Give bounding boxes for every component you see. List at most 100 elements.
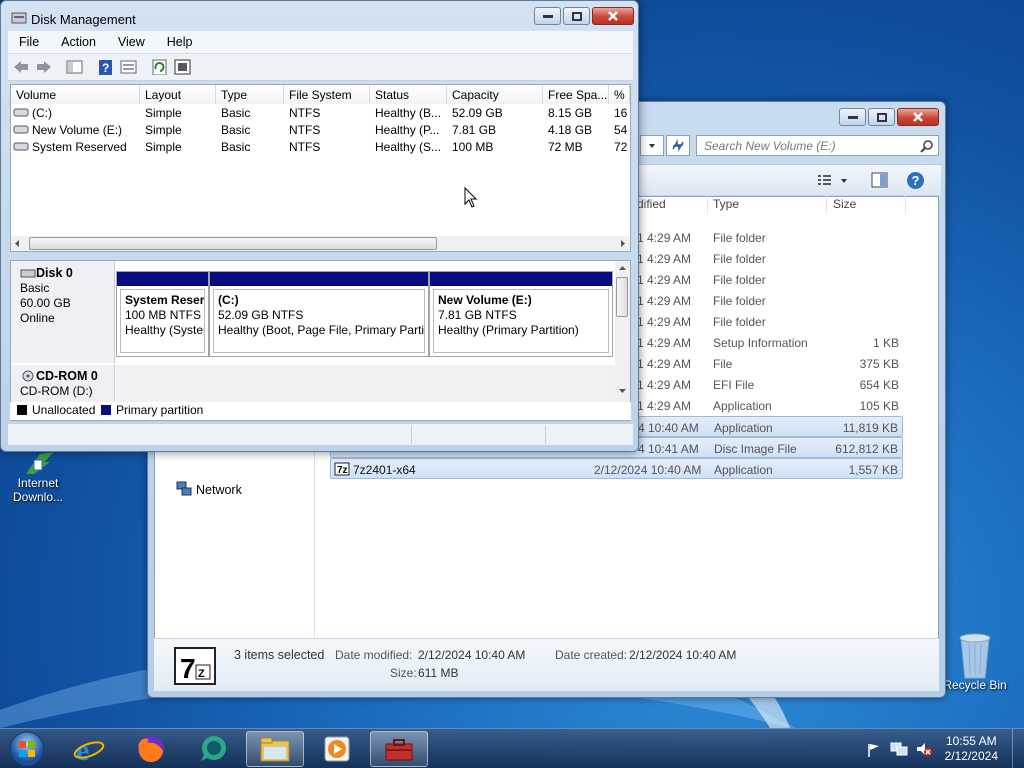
start-button[interactable]	[7, 730, 47, 768]
volume-list: Volume Layout Type File System Status Ca…	[10, 84, 631, 252]
column-header-capacity[interactable]: Capacity	[447, 85, 543, 104]
help-icon[interactable]: ?	[97, 59, 115, 75]
taskbar-computer-management[interactable]	[370, 731, 428, 767]
taskbar-firefox[interactable]	[122, 731, 180, 767]
scrollbar-thumb[interactable]	[616, 277, 628, 317]
scrollbar-thumb[interactable]	[29, 237, 437, 250]
file-type: Setup Information	[713, 336, 808, 350]
taskbar-media-player[interactable]	[308, 731, 366, 767]
volume-row[interactable]: System Reserved Simple Basic NTFS Healthy (S…	[11, 139, 630, 156]
show-desktop-button[interactable]	[1012, 729, 1024, 768]
rescan-disks-icon[interactable]	[174, 59, 192, 75]
column-header-percent-free[interactable]: % F	[609, 85, 630, 104]
7zip-file-icon: 7z	[334, 462, 350, 476]
horizontal-scrollbar[interactable]	[11, 236, 630, 251]
help-icon[interactable]: ?	[906, 171, 925, 190]
date-created-label: Date created:	[555, 648, 628, 662]
column-header-type[interactable]: Type	[713, 197, 739, 211]
disk-icon	[20, 269, 36, 278]
scroll-right-icon[interactable]	[619, 239, 627, 248]
maximize-button[interactable]	[868, 108, 895, 126]
action-center-flag-icon[interactable]	[866, 742, 882, 758]
svg-text:Z: Z	[198, 668, 205, 680]
column-header-modified[interactable]: dified	[637, 197, 666, 211]
column-header-volume[interactable]: Volume	[11, 85, 140, 104]
cdrom0-label[interactable]: CD-ROM 0 CD-ROM (D:)	[11, 365, 115, 405]
desktop-icon-recycle-bin[interactable]: Recycle Bin	[937, 630, 1013, 692]
vertical-scrollbar[interactable]	[615, 261, 630, 402]
refresh-icon[interactable]	[151, 59, 169, 75]
file-type: Application	[714, 421, 773, 435]
file-size: 105 KB	[859, 399, 899, 413]
volume-muted-icon[interactable]	[915, 741, 933, 757]
show-hide-tree-icon[interactable]	[66, 59, 84, 75]
refresh-icon	[672, 139, 684, 152]
partition-status: Healthy (Primary Partition)	[438, 323, 579, 337]
volume-cell-status: Healthy (B...	[375, 106, 442, 120]
views-icon[interactable]	[816, 173, 852, 189]
partition-size: 100 MB NTFS	[125, 308, 202, 322]
address-dropdown[interactable]	[640, 135, 664, 156]
close-button[interactable]	[897, 108, 939, 126]
file-type: File folder	[713, 252, 766, 266]
volume-row[interactable]: New Volume (E:) Simple Basic NTFS Healthy (P…	[11, 122, 630, 139]
internet-download-icon	[26, 452, 54, 474]
taskbar-internet-explorer[interactable]: e	[60, 731, 118, 767]
file-type: File folder	[713, 294, 766, 308]
cdrom-icon	[22, 370, 34, 382]
back-arrow-icon[interactable]	[12, 59, 30, 75]
menu-help[interactable]: Help	[156, 35, 204, 49]
system-clock[interactable]: 10:55 AM 2/12/2024	[945, 734, 998, 764]
close-button[interactable]	[592, 7, 634, 25]
forward-arrow-icon[interactable]	[35, 59, 53, 75]
maximize-button[interactable]	[563, 7, 590, 25]
volume-cell-layout: Simple	[145, 140, 182, 154]
menu-view[interactable]: View	[107, 35, 156, 49]
scroll-left-icon[interactable]	[13, 239, 21, 248]
partition-e[interactable]: New Volume (E:) 7.81 GB NTFS Healthy (Prim…	[429, 271, 613, 357]
column-header-free-space[interactable]: Free Spa...	[543, 85, 609, 104]
file-date: 1 4:29 AM	[637, 378, 692, 392]
firefox-icon	[138, 736, 164, 763]
volume-cell-type: Basic	[221, 106, 251, 120]
size-label: Size:	[390, 666, 417, 680]
minimize-button[interactable]	[534, 7, 561, 25]
date-created-value: 2/12/2024 10:40 AM	[629, 648, 737, 662]
nav-item-network[interactable]: Network	[196, 483, 242, 497]
network-tray-icon[interactable]	[890, 741, 908, 757]
disk0-name: Disk 0	[36, 266, 73, 280]
search-input[interactable]: Search New Volume (E:)	[704, 139, 836, 153]
column-header-size[interactable]: Size	[833, 197, 856, 211]
partition-system-reserved[interactable]: System Reser 100 MB NTFS Healthy (Syster	[116, 271, 209, 357]
chat-app-icon	[201, 736, 226, 761]
column-header-status[interactable]: Status	[370, 85, 447, 104]
volume-cell-capacity: 7.81 GB	[452, 123, 497, 137]
legend-primary-partition: Primary partition	[116, 403, 204, 417]
partition-title: New Volume (E:)	[438, 293, 532, 307]
file-row[interactable]: 7z 7z2401-x64 2/12/2024 10:40 AM Applicatio…	[330, 458, 903, 479]
menu-action[interactable]: Action	[50, 35, 107, 49]
volume-cell-pct: 16	[614, 106, 628, 120]
refresh-button[interactable]	[666, 135, 690, 156]
file-size: 1 KB	[872, 336, 899, 350]
preview-pane-icon[interactable]	[871, 172, 889, 189]
scroll-down-icon[interactable]	[618, 388, 627, 394]
menu-file[interactable]: File	[8, 35, 50, 49]
column-header-layout[interactable]: Layout	[140, 85, 216, 104]
drive-icon	[13, 125, 29, 134]
properties-icon[interactable]	[120, 59, 138, 75]
search-box[interactable]: Search New Volume (E:)	[696, 135, 939, 156]
volume-row[interactable]: (C:) Simple Basic NTFS Healthy (B... 52.09 GB…	[11, 105, 630, 122]
file-type: Application	[713, 399, 772, 413]
disk-management-window[interactable]: Disk Management File Action View Help ? …	[0, 0, 639, 452]
partition-c[interactable]: (C:) 52.09 GB NTFS Healthy (Boot, Page Fil…	[209, 271, 429, 357]
disk0-label[interactable]: Disk 0 Basic 60.00 GB Online	[11, 261, 115, 363]
minimize-button[interactable]	[839, 108, 866, 126]
scroll-up-icon[interactable]	[618, 265, 627, 271]
taskbar-file-explorer[interactable]	[246, 731, 304, 767]
column-header-type[interactable]: Type	[216, 85, 284, 104]
column-header-file-system[interactable]: File System	[284, 85, 370, 104]
desktop-icon-internet-download[interactable]: Internet Downlo...	[0, 448, 76, 504]
taskbar-chat-app[interactable]	[184, 731, 242, 767]
explorer-caption-buttons	[839, 108, 939, 126]
